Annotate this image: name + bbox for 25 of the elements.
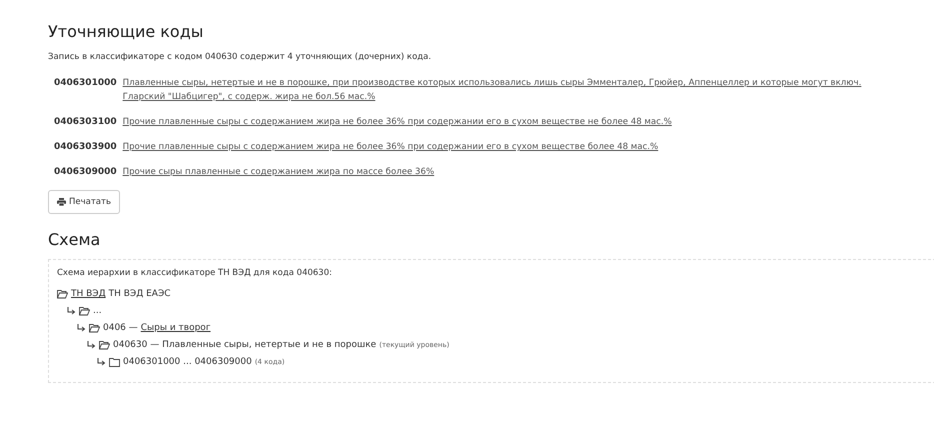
tree-node-text: 0406301000 ... 0406309000 xyxy=(123,356,252,368)
code-number: 0406301000 xyxy=(54,77,117,90)
return-arrow-icon xyxy=(97,358,106,366)
code-number: 0406303100 xyxy=(54,116,117,129)
tree-node-link[interactable]: Сыры и творог xyxy=(140,322,211,334)
tree-node-text: 0406 — xyxy=(103,322,138,334)
scheme-caption: Схема иерархии в классификаторе ТН ВЭД для кода 040630: xyxy=(57,268,333,278)
code-description-link[interactable]: Плавленные сыры, нетертые и не в порошке, при производстве которых использовались лишь сыры Эмменталер, Грюйер, Аппенцеллер и которые могут включ. Гларский "Шабцигер", с содерж. жира не бол.56 мас.% xyxy=(122,76,903,104)
return-arrow-icon xyxy=(87,341,96,349)
code-description-link[interactable]: Прочие плавленные сыры с содержанием жира не более 36% при содержании его в сухом веществе более 48 мас.% xyxy=(122,140,658,154)
tree-node-text: ТН ВЭД ЕАЭС xyxy=(108,288,171,300)
code-description-link[interactable]: Прочие сыры плавленные с содержанием жира по массе более 36% xyxy=(122,165,434,179)
intro-text: Запись в классификаторе с кодом 040630 содержит 4 уточняющих (дочерних) кода. xyxy=(48,52,432,62)
code-number: 0406309000 xyxy=(54,166,117,179)
section-title: Схема xyxy=(48,230,102,249)
section-title: Уточняющие коды xyxy=(48,22,204,41)
print-button[interactable]: Печатать xyxy=(48,190,120,214)
return-arrow-icon xyxy=(77,324,86,332)
return-arrow-icon xyxy=(67,307,76,315)
tree-node-text: ... xyxy=(93,305,102,317)
tree-node-text: 040630 — Плавленные сыры, нетертые и не в порошке xyxy=(113,339,376,351)
tree-node-link[interactable]: ТН ВЭД xyxy=(71,288,106,300)
code-number: 0406303900 xyxy=(54,141,117,154)
printer-icon xyxy=(57,198,66,206)
code-description-link[interactable]: Прочие плавленные сыры с содержанием жира не более 36% при содержании его в сухом веществе не более 48 мас.% xyxy=(122,115,672,129)
